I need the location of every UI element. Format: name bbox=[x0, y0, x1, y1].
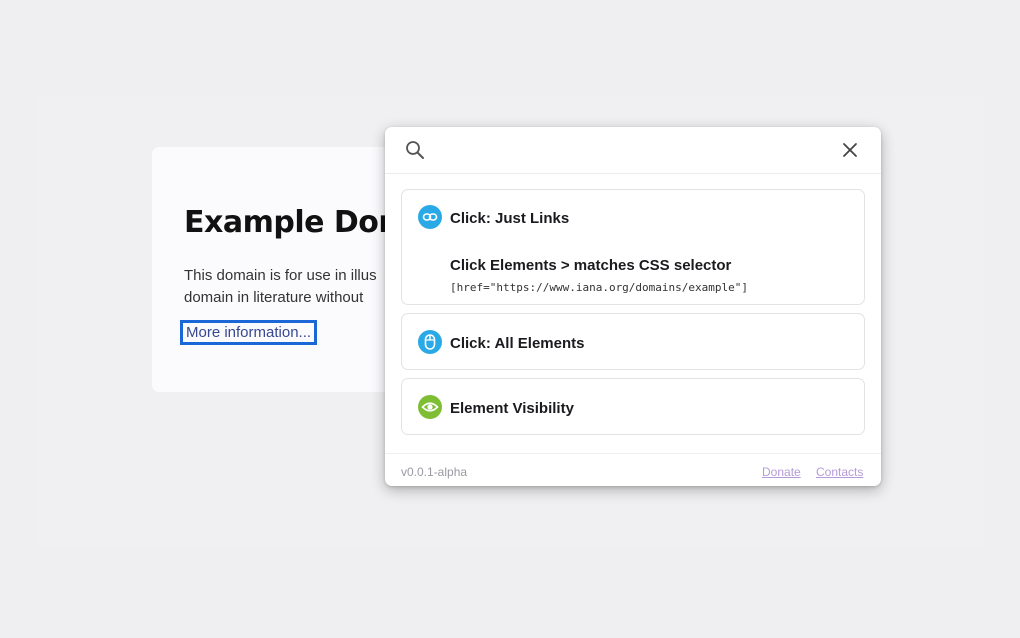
version-label: v0.0.1-alpha bbox=[401, 465, 468, 479]
css-selector-text: [href="https://www.iana.org/domains/exam… bbox=[450, 281, 749, 294]
close-icon[interactable] bbox=[841, 141, 859, 159]
search-bar bbox=[385, 127, 881, 174]
action-click-just-links[interactable]: Click: Just Links Click Elements > match… bbox=[401, 189, 865, 305]
contacts-link[interactable]: Contacts bbox=[816, 465, 863, 479]
action-label: Click: All Elements bbox=[450, 335, 585, 352]
popup-footer: v0.0.1-alpha Donate Contacts bbox=[385, 453, 881, 486]
page-title: Example Dom bbox=[184, 205, 410, 240]
action-click-all-elements[interactable]: Click: All Elements bbox=[401, 313, 865, 370]
eye-icon bbox=[418, 395, 442, 419]
sub-action-title[interactable]: Click Elements > matches CSS selector bbox=[450, 257, 731, 274]
mouse-icon bbox=[418, 330, 442, 354]
command-palette-popup: Click: Just Links Click Elements > match… bbox=[385, 127, 881, 486]
donate-link[interactable]: Donate bbox=[762, 465, 801, 479]
search-icon bbox=[406, 141, 424, 159]
more-information-link[interactable]: More information... bbox=[180, 320, 318, 345]
action-label: Element Visibility bbox=[450, 400, 574, 417]
action-element-visibility[interactable]: Element Visibility bbox=[401, 378, 865, 435]
link-icon bbox=[418, 205, 442, 229]
action-label: Click: Just Links bbox=[450, 210, 570, 227]
search-input[interactable] bbox=[437, 137, 817, 163]
